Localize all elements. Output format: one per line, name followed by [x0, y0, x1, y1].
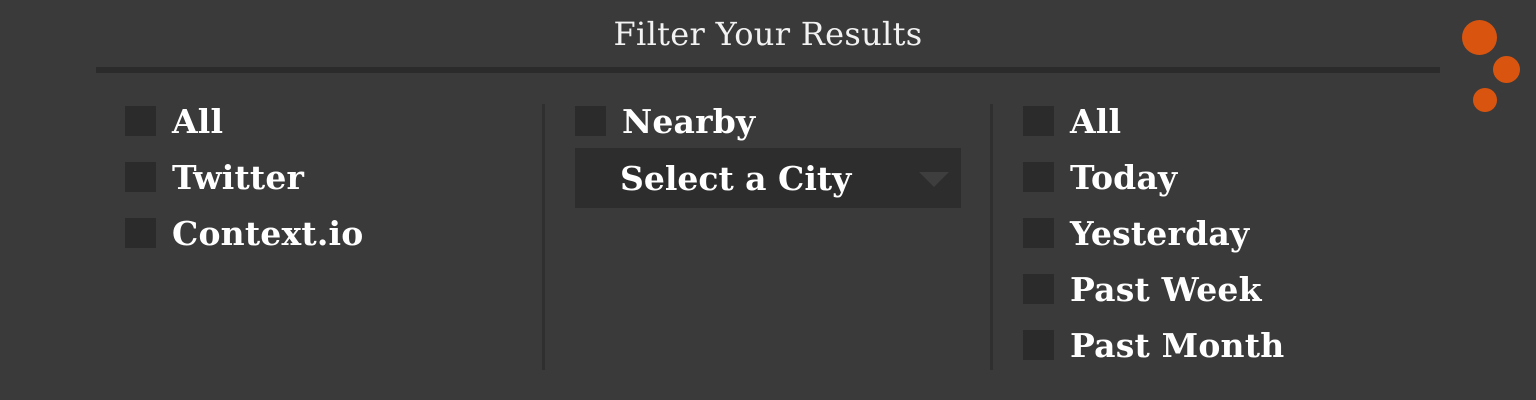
column-divider: [542, 104, 545, 370]
location-option-nearby[interactable]: Nearby: [575, 99, 755, 143]
page-title: Filter Your Results: [613, 15, 923, 53]
option-label: Context.io: [172, 213, 364, 253]
time-option-yesterday[interactable]: Yesterday: [1023, 211, 1249, 255]
filter-panel: Filter Your Results All Twitter Context.…: [0, 0, 1536, 400]
source-option-contextio[interactable]: Context.io: [125, 211, 363, 255]
source-option-twitter[interactable]: Twitter: [125, 155, 304, 199]
time-option-past-week[interactable]: Past Week: [1023, 267, 1262, 311]
time-option-past-month[interactable]: Past Month: [1023, 323, 1284, 367]
option-label: Past Month: [1070, 325, 1285, 365]
title-divider: [96, 67, 1440, 73]
logo-dot-large: [1462, 20, 1497, 55]
option-label: Past Week: [1070, 269, 1262, 309]
source-option-all[interactable]: All: [125, 99, 223, 143]
checkbox[interactable]: [1023, 162, 1054, 192]
city-select-value: Select a City: [620, 158, 852, 198]
option-label: Nearby: [622, 101, 756, 141]
chevron-down-icon: [919, 172, 949, 187]
option-label: All: [1070, 101, 1122, 141]
checkbox[interactable]: [1023, 106, 1054, 136]
logo-dot-small: [1473, 88, 1497, 112]
option-label: All: [172, 101, 224, 141]
checkbox[interactable]: [1023, 330, 1054, 360]
time-option-today[interactable]: Today: [1023, 155, 1177, 199]
checkbox[interactable]: [125, 106, 156, 136]
column-divider: [990, 104, 993, 370]
option-label: Yesterday: [1070, 213, 1250, 253]
city-select[interactable]: Select a City: [575, 148, 961, 208]
checkbox[interactable]: [1023, 274, 1054, 304]
checkbox[interactable]: [125, 218, 156, 248]
checkbox[interactable]: [1023, 218, 1054, 248]
logo-dot-medium: [1493, 56, 1520, 83]
option-label: Twitter: [172, 157, 305, 197]
option-label: Today: [1070, 157, 1178, 197]
time-option-all[interactable]: All: [1023, 99, 1121, 143]
checkbox[interactable]: [575, 106, 606, 136]
checkbox[interactable]: [125, 162, 156, 192]
